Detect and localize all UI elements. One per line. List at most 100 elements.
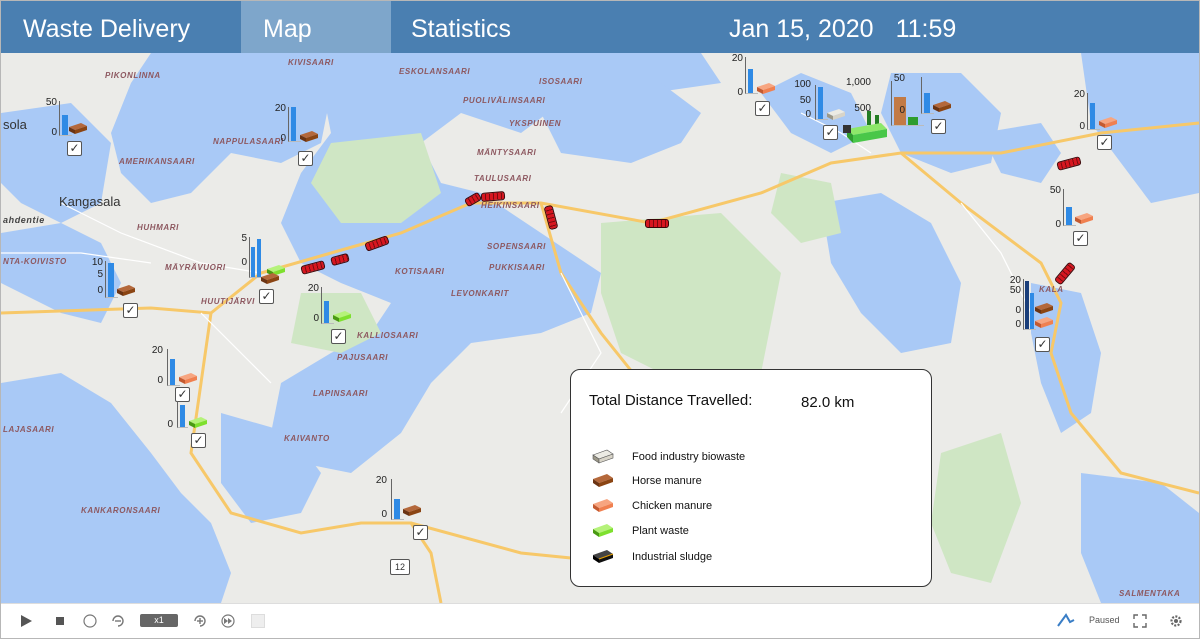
site-checkbox[interactable]: ✓ [259, 289, 274, 304]
place-label: SALMENTAKA [1119, 589, 1181, 598]
site-marker[interactable]: 50 0 ✓ [885, 73, 965, 134]
site-marker[interactable]: 20 0 ✓ [367, 475, 447, 540]
tick-label: 0 [97, 285, 103, 296]
horse-manure-icon [1035, 303, 1053, 314]
place-label: PUKKISAARI [489, 263, 545, 272]
horse-manure-icon [933, 101, 951, 112]
tick-label: 0 [899, 105, 905, 116]
stop-button[interactable] [51, 612, 69, 630]
place-label: HEIKINSAARI [481, 201, 540, 210]
speed-up-icon [194, 615, 206, 627]
tick-label: 50 [893, 73, 905, 84]
horse-manure-icon [117, 285, 135, 296]
play-button[interactable] [17, 612, 35, 630]
site-checkbox[interactable]: ✓ [755, 101, 770, 116]
tick-label: 0 [241, 257, 247, 268]
site-checkbox[interactable]: ✓ [931, 119, 946, 134]
site-marker[interactable]: 20 50 0 0 ✓ [1001, 275, 1081, 352]
chicken-manure-icon [1099, 117, 1117, 128]
run-x1-button[interactable] [81, 612, 99, 630]
place-label: NTA-KOIVISTO [3, 257, 67, 266]
place-label: PIKONLINNA [105, 71, 161, 80]
fast-forward-button[interactable] [219, 612, 237, 630]
settings-button[interactable] [1167, 612, 1185, 630]
site-marker[interactable]: 20 0 ✓ [1065, 89, 1145, 150]
tick-label: 50 [1009, 285, 1021, 296]
place-label: ISOSAARI [539, 77, 583, 86]
site-checkbox[interactable]: ✓ [413, 525, 428, 540]
place-label: HUUTIJÄRVI [201, 297, 256, 306]
legend-label: Chicken manure [632, 500, 713, 512]
tick-label: 20 [1073, 89, 1085, 100]
place-label: sola [3, 117, 27, 132]
site-checkbox[interactable]: ✓ [331, 329, 346, 344]
tick-label: 50 [799, 95, 811, 106]
tick-label: 0 [280, 133, 286, 144]
tick-label: 0 [737, 87, 743, 98]
place-label: KOTISAARI [395, 267, 445, 276]
site-checkbox[interactable]: ✓ [1097, 135, 1112, 150]
place-label: YKSPUINEN [509, 119, 562, 128]
fullscreen-icon [1133, 614, 1147, 628]
road-number-badge: 12 [390, 559, 410, 575]
tick-label: 0 [1079, 121, 1085, 132]
tab-statistics[interactable]: Statistics [391, 1, 591, 53]
site-checkbox[interactable]: ✓ [1073, 231, 1088, 246]
place-label: MÄYRÄVUORI [165, 263, 226, 272]
tick-label: 0 [381, 509, 387, 520]
stock-bar [394, 499, 400, 519]
site-marker[interactable]: 5 0 ✓ [227, 233, 307, 304]
stock-bar [170, 359, 175, 385]
model-logo[interactable] [1057, 612, 1075, 630]
tab-waste-delivery[interactable]: Waste Delivery [1, 1, 241, 53]
site-marker[interactable]: 20 0 ✓ [266, 103, 346, 166]
speed-indicator: x1 [140, 614, 178, 627]
place-label: HUHMARI [137, 223, 179, 232]
place-label: MÄNTYSAARI [477, 148, 537, 157]
tick-label: 0 [1015, 305, 1021, 316]
plant-waste-icon [333, 311, 351, 322]
fullscreen-button[interactable] [1131, 612, 1149, 630]
stock-bar [924, 93, 930, 113]
tick-label: 50 [1049, 185, 1061, 196]
site-marker[interactable]: 20 0 ✓ [299, 283, 379, 344]
site-marker[interactable]: 50 0 ✓ [1041, 185, 1121, 246]
place-label: AMERIKANSAARI [119, 157, 195, 166]
playback-control-bar: x1 Paused [1, 603, 1199, 638]
speed-up-button[interactable] [191, 612, 209, 630]
chicken-manure-icon [179, 373, 197, 384]
site-checkbox[interactable]: ✓ [298, 151, 313, 166]
truck-icon[interactable] [645, 219, 669, 228]
plant-waste-icon [189, 417, 207, 428]
stock-bar [1066, 207, 1072, 225]
site-checkbox[interactable]: ✓ [1035, 337, 1050, 352]
horse-manure-icon [300, 131, 318, 142]
site-checkbox[interactable]: ✓ [823, 125, 838, 140]
place-label: PUOLIVÄLINSAARI [463, 96, 546, 105]
tick-label: 20 [731, 53, 743, 64]
site-checkbox[interactable]: ✓ [191, 433, 206, 448]
horse-manure-icon [593, 474, 613, 487]
legend-label: Horse manure [632, 475, 702, 487]
site-marker[interactable]: 50 0 ✓ [37, 97, 117, 157]
extra-control[interactable] [249, 612, 267, 630]
place-label: KANKARONSAARI [81, 506, 161, 515]
speed-reset-icon [83, 614, 97, 628]
tab-map[interactable]: Map [241, 1, 391, 53]
slow-down-icon [112, 615, 124, 627]
site-checkbox[interactable]: ✓ [123, 303, 138, 318]
tick-label: 0 [167, 419, 173, 430]
map-view[interactable]: PIKONLINNA KIVISAARI ESKOLANSAARI ISOSAA… [1, 53, 1199, 603]
place-label: TAULUSAARI [474, 174, 532, 183]
site-checkbox[interactable]: ✓ [67, 141, 82, 156]
site-marker[interactable]: 10 5 0 ✓ [83, 257, 163, 318]
tick-label: 0 [805, 109, 811, 120]
chicken-manure-icon [593, 499, 613, 512]
legend-label: Plant waste [632, 525, 689, 537]
site-marker[interactable]: 20 0 ✓ 0 ✓ [143, 345, 223, 465]
play-icon [21, 615, 32, 627]
site-checkbox[interactable]: ✓ [175, 387, 190, 402]
slow-down-button[interactable] [109, 612, 127, 630]
tick-label: 20 [274, 103, 286, 114]
tick-label: 20 [375, 475, 387, 486]
